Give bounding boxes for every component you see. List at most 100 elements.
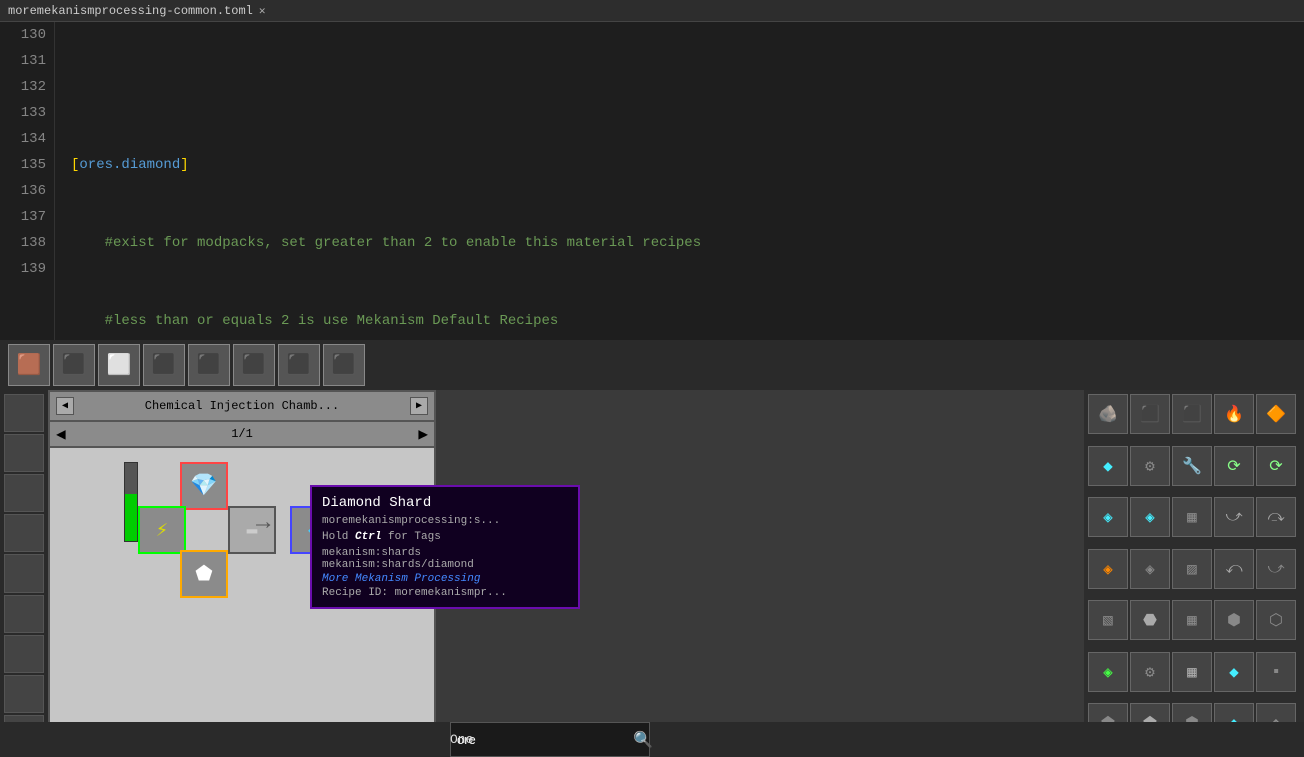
cic-page-bar: ◀ 1/1 ▶: [50, 422, 434, 448]
line-num-133: 133: [8, 100, 46, 126]
code-content[interactable]: [ores.diamond] #exist for modpacks, set …: [55, 22, 1304, 340]
grid-item-30[interactable]: ▪: [1256, 652, 1296, 692]
recipe-slot-input-top[interactable]: 💎: [180, 462, 228, 510]
scroll-slot-4[interactable]: [4, 514, 44, 552]
code-line-131: [ores.diamond]: [71, 152, 1288, 178]
cic-header: ◀ Chemical Injection Chamb... ▶: [50, 392, 434, 422]
grid-item-11[interactable]: ◈: [1088, 497, 1128, 537]
line-num-139: 139: [8, 256, 46, 282]
code-line-133: #less than or equals 2 is use Mekanism D…: [71, 308, 1288, 334]
line-numbers: 130 131 132 133 134 135 136 137 138 139: [0, 22, 55, 340]
line-num-135: 135: [8, 152, 46, 178]
tooltip-recipe-id: Recipe ID: moremekanismpr...: [322, 587, 568, 599]
code-line-130: [71, 74, 1288, 100]
title-bar: moremekanismprocessing-common.toml ✕: [0, 0, 1304, 22]
cic-page-prev-button[interactable]: ◀: [56, 424, 66, 444]
tooltip-item-id: moremekanismprocessing:s...: [322, 515, 568, 527]
one-label: One: [450, 732, 473, 747]
tooltip-item-title: Diamond Shard: [322, 495, 568, 511]
grid-item-6[interactable]: ◆: [1088, 446, 1128, 486]
search-input[interactable]: [457, 732, 633, 747]
grid-item-25[interactable]: ⬡: [1256, 600, 1296, 640]
cic-page-next-button[interactable]: ▶: [418, 424, 428, 444]
scroll-slot-2[interactable]: [4, 434, 44, 472]
grid-item-5[interactable]: 🔶: [1256, 394, 1296, 434]
tooltip-tag1: mekanism:shards: [322, 547, 568, 559]
line-num-138: 138: [8, 230, 46, 256]
scroll-slot-6[interactable]: [4, 595, 44, 633]
energy-fill: [125, 494, 137, 541]
grid-item-10[interactable]: ⟳: [1256, 446, 1296, 486]
tooltip-popup: Diamond Shard moremekanismprocessing:s..…: [310, 485, 580, 609]
grid-item-28[interactable]: ▦: [1172, 652, 1212, 692]
hotbar-slot-7[interactable]: ⬛: [278, 344, 320, 386]
search-icon[interactable]: 🔍: [633, 730, 653, 750]
grid-item-18[interactable]: ▨: [1172, 549, 1212, 589]
tooltip-tag2: mekanism:shards/diamond: [322, 559, 568, 571]
energy-bar: [124, 462, 138, 542]
bottom-bar: 🔍 One: [0, 722, 1304, 757]
game-area: 🟫 ⬛ ⬜ ⬛ ⬛ ⬛ ⬛ ⬛ ◀ Chemical Injection Cha…: [0, 340, 1304, 757]
scroll-slot-7[interactable]: [4, 635, 44, 673]
scroll-slot-5[interactable]: [4, 554, 44, 592]
hotbar-slot-5[interactable]: ⬛: [188, 344, 230, 386]
line-num-131: 131: [8, 48, 46, 74]
scroll-slot-3[interactable]: [4, 474, 44, 512]
grid-item-20[interactable]: ⤻: [1256, 549, 1296, 589]
grid-item-7[interactable]: ⚙: [1130, 446, 1170, 486]
recipe-slot-bottom[interactable]: ⬟: [180, 550, 228, 598]
filename-label: moremekanismprocessing-common.toml: [8, 4, 253, 18]
scroll-slot-8[interactable]: [4, 675, 44, 713]
recipe-arrow: →: [256, 510, 270, 537]
hotbar-slot-6[interactable]: ⬛: [233, 344, 275, 386]
grid-item-27[interactable]: ⚙: [1130, 652, 1170, 692]
grid-item-21[interactable]: ▧: [1088, 600, 1128, 640]
cic-next-button[interactable]: ▶: [410, 397, 428, 415]
tooltip-ctrl-prefix: Hold: [322, 531, 355, 543]
grid-item-29[interactable]: ◆: [1214, 652, 1254, 692]
cic-prev-button[interactable]: ◀: [56, 397, 74, 415]
tooltip-ctrl-key: Ctrl: [355, 531, 381, 543]
grid-item-2[interactable]: ⬛: [1130, 394, 1170, 434]
hotbar-slot-8[interactable]: ⬛: [323, 344, 365, 386]
grid-item-4[interactable]: 🔥: [1214, 394, 1254, 434]
grid-item-12[interactable]: ◈: [1130, 497, 1170, 537]
grid-item-26[interactable]: ◈: [1088, 652, 1128, 692]
code-editor: 130 131 132 133 134 135 136 137 138 139 …: [0, 22, 1304, 340]
grid-item-15[interactable]: ⤼: [1256, 497, 1296, 537]
line-num-136: 136: [8, 178, 46, 204]
tooltip-ctrl-text: Hold Ctrl for Tags: [322, 531, 568, 543]
hotbar-slot-1[interactable]: 🟫: [8, 344, 50, 386]
line-num-130: 130: [8, 22, 46, 48]
cic-title-label: Chemical Injection Chamb...: [74, 399, 410, 413]
hotbar: 🟫 ⬛ ⬜ ⬛ ⬛ ⬛ ⬛ ⬛: [0, 340, 1304, 390]
grid-item-9[interactable]: ⟳: [1214, 446, 1254, 486]
line-num-137: 137: [8, 204, 46, 230]
close-tab-button[interactable]: ✕: [259, 4, 266, 18]
item-grid: 🪨 ⬛ ⬛ 🔥 🔶 ◆ ⚙ 🔧 ⟳ ⟳ ◈ ◈ ▦ ⤻ ⤼ ◈ ◈ ▨ ⤺ ⤻ …: [1084, 390, 1304, 757]
line-num-134: 134: [8, 126, 46, 152]
tooltip-ctrl-suffix: for Tags: [381, 531, 440, 543]
grid-item-8[interactable]: 🔧: [1172, 446, 1212, 486]
grid-item-16[interactable]: ◈: [1088, 549, 1128, 589]
recipe-slot-energy[interactable]: ⚡: [138, 506, 186, 554]
hotbar-slot-3[interactable]: ⬜: [98, 344, 140, 386]
grid-item-23[interactable]: ▦: [1172, 600, 1212, 640]
scroll-slot-1[interactable]: [4, 394, 44, 432]
hotbar-slot-2[interactable]: ⬛: [53, 344, 95, 386]
grid-item-13[interactable]: ▦: [1172, 497, 1212, 537]
grid-item-3[interactable]: ⬛: [1172, 394, 1212, 434]
grid-item-1[interactable]: 🪨: [1088, 394, 1128, 434]
grid-item-17[interactable]: ◈: [1130, 549, 1170, 589]
grid-item-14[interactable]: ⤻: [1214, 497, 1254, 537]
left-scroll-area: [0, 390, 48, 757]
code-line-132: #exist for modpacks, set greater than 2 …: [71, 230, 1288, 256]
tooltip-mod-name: More Mekanism Processing: [322, 573, 568, 585]
cic-page-label: 1/1: [66, 427, 419, 441]
grid-item-19[interactable]: ⤺: [1214, 549, 1254, 589]
search-bar: 🔍: [450, 722, 650, 757]
hotbar-slot-4[interactable]: ⬛: [143, 344, 185, 386]
line-num-132: 132: [8, 74, 46, 100]
grid-item-24[interactable]: ⬢: [1214, 600, 1254, 640]
grid-item-22[interactable]: ⬣: [1130, 600, 1170, 640]
